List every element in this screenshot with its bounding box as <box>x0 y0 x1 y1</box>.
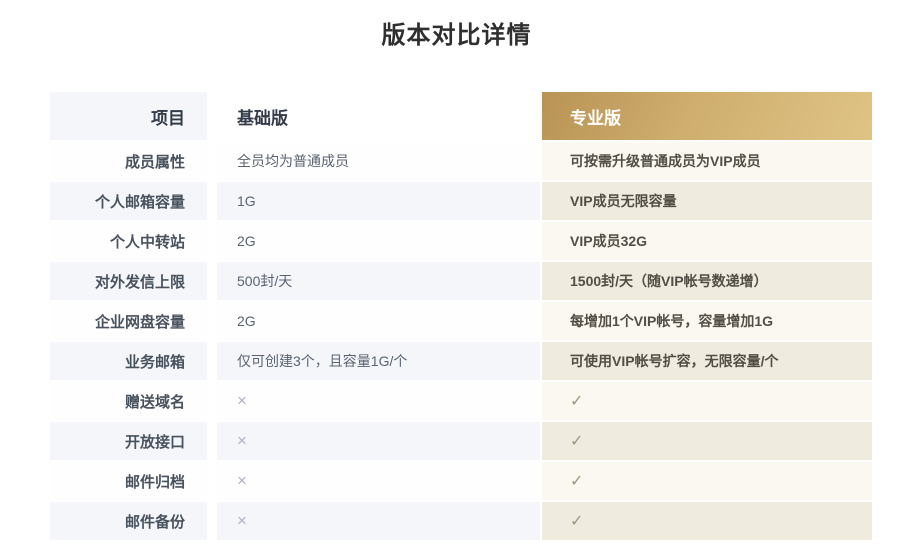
column-header-pro: 专业版 <box>540 92 872 142</box>
table-row: 个人邮箱容量 1G VIP成员无限容量 <box>50 182 872 222</box>
cross-icon: × <box>237 511 247 530</box>
basic-value-cell: × <box>217 382 540 422</box>
pro-value-cell: 每增加1个VIP帐号，容量增加1G <box>540 302 872 342</box>
page-title: 版本对比详情 <box>0 20 913 52</box>
item-label-cell: 业务邮箱 <box>50 342 217 382</box>
basic-value-cell: × <box>217 422 540 462</box>
check-icon: ✓ <box>570 393 583 410</box>
pro-value-cell: ✓ <box>540 422 872 462</box>
pro-value-cell: 可使用VIP帐号扩容，无限容量/个 <box>540 342 872 382</box>
cross-icon: × <box>237 471 247 490</box>
basic-value-cell: × <box>217 462 540 502</box>
basic-value-cell: 1G <box>217 182 540 222</box>
table-row: 赠送域名 × ✓ <box>50 382 872 422</box>
table-row: 邮件备份 × ✓ <box>50 502 872 542</box>
item-label-cell: 赠送域名 <box>50 382 217 422</box>
check-icon: ✓ <box>570 513 583 530</box>
item-label-cell: 开放接口 <box>50 422 217 462</box>
item-label-cell: 成员属性 <box>50 142 217 182</box>
cross-icon: × <box>237 431 247 450</box>
version-comparison-section: 版本对比详情 项目 基础版 专业版 成员属性 全员均为普通成员 可按需升级普通成… <box>0 20 913 542</box>
column-header-basic: 基础版 <box>217 92 540 142</box>
item-label-cell: 邮件备份 <box>50 502 217 542</box>
pro-value-cell: 可按需升级普通成员为VIP成员 <box>540 142 872 182</box>
basic-value-cell: × <box>217 502 540 542</box>
basic-value-cell: 500封/天 <box>217 262 540 302</box>
table-row: 业务邮箱 仅可创建3个，且容量1G/个 可使用VIP帐号扩容，无限容量/个 <box>50 342 872 382</box>
item-label-cell: 对外发信上限 <box>50 262 217 302</box>
pro-value-cell: VIP成员无限容量 <box>540 182 872 222</box>
check-icon: ✓ <box>570 433 583 450</box>
table-row: 成员属性 全员均为普通成员 可按需升级普通成员为VIP成员 <box>50 142 872 182</box>
column-header-item: 项目 <box>50 92 217 142</box>
pro-value-cell: ✓ <box>540 382 872 422</box>
comparison-table: 项目 基础版 专业版 成员属性 全员均为普通成员 可按需升级普通成员为VIP成员… <box>50 92 872 542</box>
table-row: 个人中转站 2G VIP成员32G <box>50 222 872 262</box>
pro-value-cell: ✓ <box>540 502 872 542</box>
table-row: 开放接口 × ✓ <box>50 422 872 462</box>
cross-icon: × <box>237 391 247 410</box>
basic-value-cell: 全员均为普通成员 <box>217 142 540 182</box>
item-label-cell: 邮件归档 <box>50 462 217 502</box>
basic-value-cell: 2G <box>217 222 540 262</box>
basic-value-cell: 仅可创建3个，且容量1G/个 <box>217 342 540 382</box>
table-row: 企业网盘容量 2G 每增加1个VIP帐号，容量增加1G <box>50 302 872 342</box>
basic-value-cell: 2G <box>217 302 540 342</box>
check-icon: ✓ <box>570 473 583 490</box>
table-header-row: 项目 基础版 专业版 <box>50 92 872 142</box>
pro-value-cell: ✓ <box>540 462 872 502</box>
table-row: 对外发信上限 500封/天 1500封/天（随VIP帐号数递增） <box>50 262 872 302</box>
pro-value-cell: VIP成员32G <box>540 222 872 262</box>
table-row: 邮件归档 × ✓ <box>50 462 872 502</box>
item-label-cell: 个人中转站 <box>50 222 217 262</box>
item-label-cell: 企业网盘容量 <box>50 302 217 342</box>
item-label-cell: 个人邮箱容量 <box>50 182 217 222</box>
pro-value-cell: 1500封/天（随VIP帐号数递增） <box>540 262 872 302</box>
